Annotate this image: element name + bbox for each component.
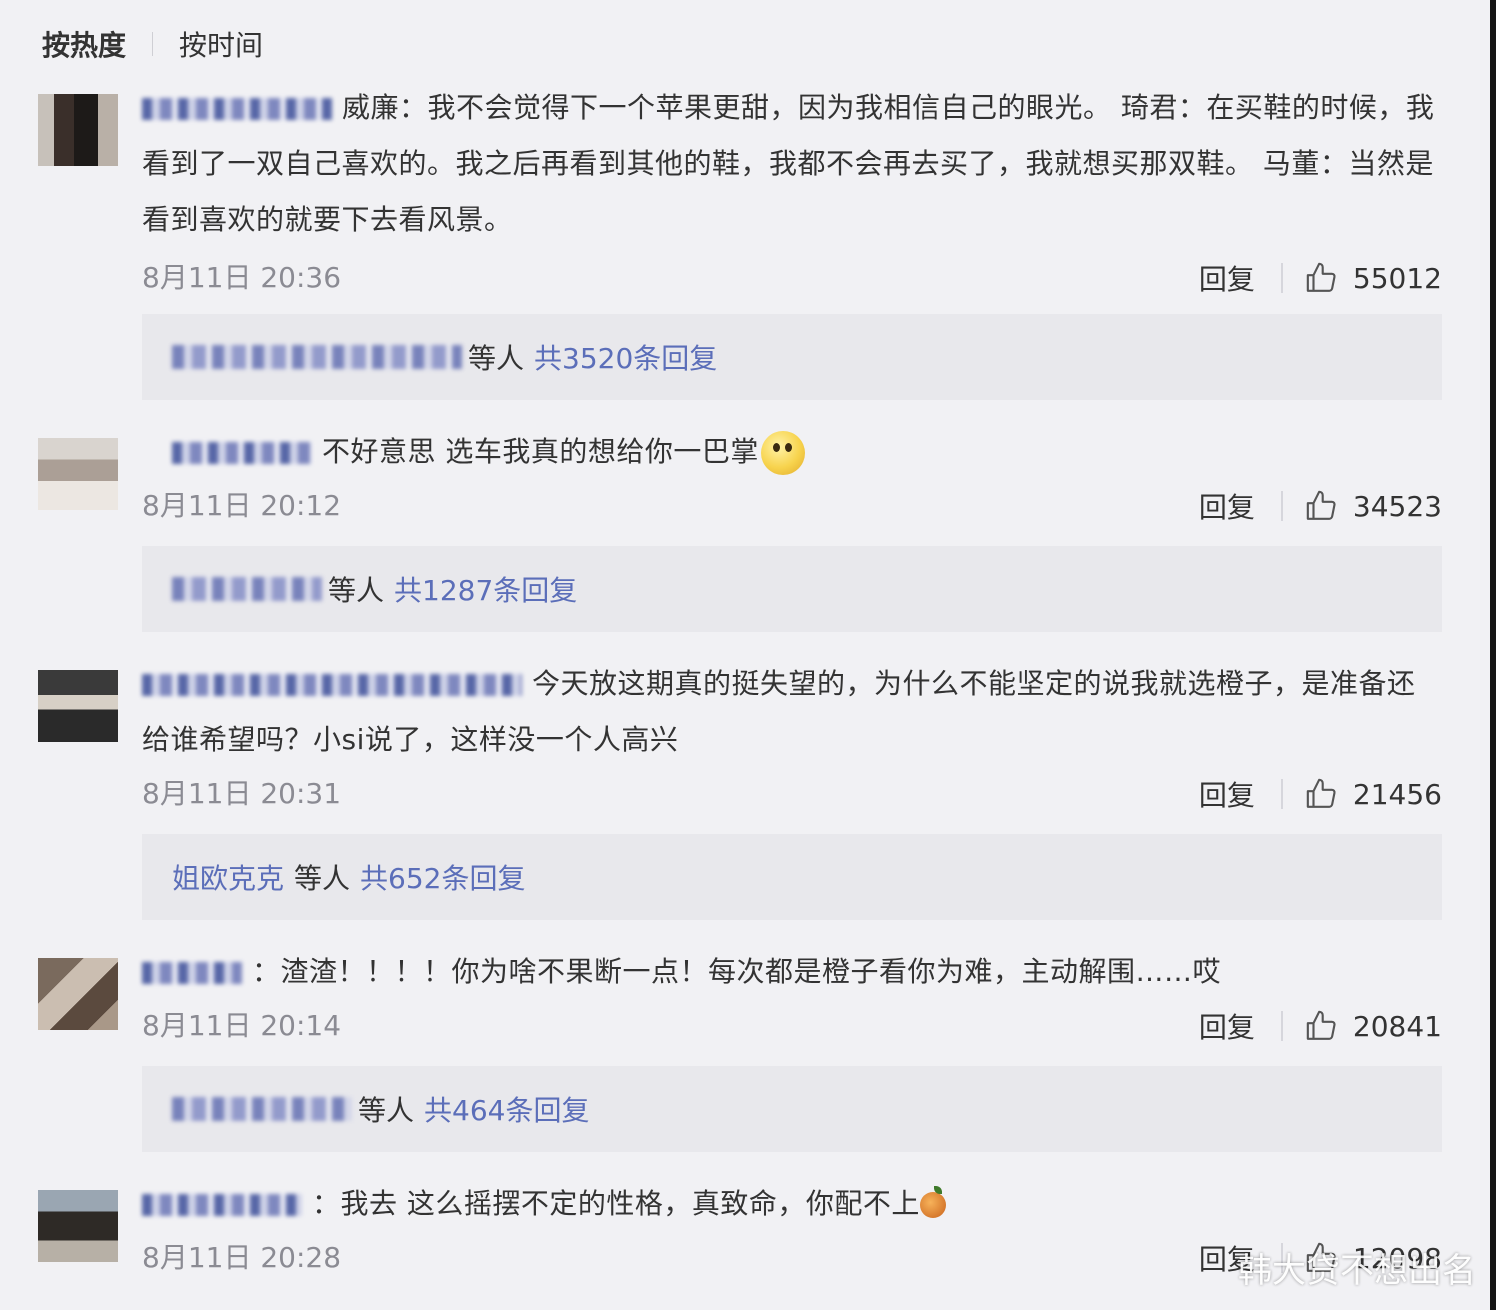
reply-summary[interactable]: 等人 共3520条回复 — [142, 314, 1442, 400]
action-divider — [1280, 1011, 1283, 1041]
comment-content: 不好意思 选车我真的想给你一巴掌 — [322, 435, 759, 468]
reply-button[interactable]: 回复 — [1199, 258, 1255, 298]
like-count: 34523 — [1352, 489, 1442, 523]
avatar[interactable] — [38, 438, 118, 510]
thumbs-up-icon[interactable] — [1305, 1009, 1339, 1043]
comment-content: ：我去 这么摇摆不定的性格，真致命，你配不上 — [312, 1187, 920, 1220]
comment-content: ：渣渣！！！！你为啥不果断一点！每次都是橙子看你为难，主动解围……哎 — [252, 955, 1222, 988]
avatar[interactable] — [38, 94, 118, 166]
comment-time: 8月11日 20:36 — [142, 261, 342, 294]
sort-divider — [152, 32, 154, 56]
smile-emoji-icon — [760, 431, 805, 475]
username[interactable] — [142, 962, 242, 984]
comment-content: 威廉：我不会觉得下一个苹果更甜，因为我相信自己的眼光。 琦君：在买鞋的时候，我看… — [142, 91, 1435, 236]
username[interactable] — [172, 442, 312, 464]
like-count: 21456 — [1352, 777, 1442, 811]
reply-etc: 等人 — [328, 574, 385, 607]
like-count: 55012 — [1352, 261, 1442, 295]
reply-summary[interactable]: 姐欧克克 等人 共652条回复 — [142, 834, 1442, 920]
comment-meta: 8月11日 20:14 回复 20841 — [142, 1004, 1442, 1048]
reply-etc: 等人 — [294, 862, 351, 895]
comment-text: ：渣渣！！！！你为啥不果断一点！每次都是橙子看你为难，主动解围……哎 — [142, 944, 1442, 1000]
comment-time: 8月11日 20:28 — [142, 1241, 342, 1274]
reply-button[interactable]: 回复 — [1199, 774, 1255, 814]
username[interactable] — [142, 674, 522, 696]
thumbs-up-icon[interactable] — [1305, 261, 1339, 295]
replier-name[interactable]: 姐欧克克 — [172, 857, 284, 897]
comment-time: 8月11日 20:12 — [142, 489, 342, 522]
reply-etc: 等人 — [468, 342, 525, 375]
reply-summary[interactable]: 等人 共464条回复 — [142, 1066, 1442, 1152]
reply-summary[interactable]: 等人 共1287条回复 — [142, 546, 1442, 632]
comment-text: 今天放这期真的挺失望的，为什么不能坚定的说我就选橙子，是准备还给谁希望吗？小si… — [142, 656, 1442, 768]
comment-text: 威廉：我不会觉得下一个苹果更甜，因为我相信自己的眼光。 琦君：在买鞋的时候，我看… — [142, 80, 1442, 248]
orange-emoji-icon — [919, 1186, 946, 1218]
username[interactable] — [142, 98, 332, 120]
username[interactable] — [142, 1194, 302, 1216]
sort-by-time-tab[interactable]: 按时间 — [179, 24, 263, 64]
thumbs-up-icon[interactable] — [1305, 777, 1339, 811]
comment-time: 8月11日 20:14 — [142, 1009, 342, 1042]
watermark: 韩大贷不想出名 — [1238, 1251, 1476, 1291]
replier-names[interactable] — [172, 345, 462, 369]
like-count: 20841 — [1352, 1009, 1442, 1043]
avatar[interactable] — [38, 958, 118, 1030]
reply-total-link[interactable]: 共652条回复 — [360, 857, 525, 897]
comment-meta: 8月11日 20:31 回复 21456 — [142, 772, 1442, 816]
window-edge — [1490, 0, 1496, 1310]
action-divider — [1280, 263, 1283, 293]
replier-names[interactable] — [172, 1097, 352, 1121]
reply-button[interactable]: 回复 — [1199, 486, 1255, 526]
action-divider — [1280, 779, 1283, 809]
action-divider — [1280, 491, 1283, 521]
sort-bar: 按热度 按时间 — [42, 24, 263, 64]
reply-button[interactable]: 回复 — [1199, 1006, 1255, 1046]
thumbs-up-icon[interactable] — [1305, 489, 1339, 523]
comment-time: 8月11日 20:31 — [142, 777, 342, 810]
reply-total-link[interactable]: 共464条回复 — [424, 1089, 589, 1129]
comment-text: 不好意思 选车我真的想给你一巴掌 — [142, 424, 1442, 480]
replier-names[interactable] — [172, 577, 322, 601]
avatar[interactable] — [38, 1190, 118, 1262]
sort-by-hot-tab[interactable]: 按热度 — [42, 24, 126, 64]
reply-total-link[interactable]: 共3520条回复 — [534, 337, 717, 377]
comment-meta: 8月11日 20:12 回复 34523 — [142, 484, 1442, 528]
comment-meta: 8月11日 20:36 回复 55012 — [142, 256, 1442, 300]
avatar[interactable] — [38, 670, 118, 742]
comment-text: ：我去 这么摇摆不定的性格，真致命，你配不上 — [142, 1176, 1442, 1232]
reply-total-link[interactable]: 共1287条回复 — [394, 569, 577, 609]
reply-etc: 等人 — [358, 1094, 415, 1127]
